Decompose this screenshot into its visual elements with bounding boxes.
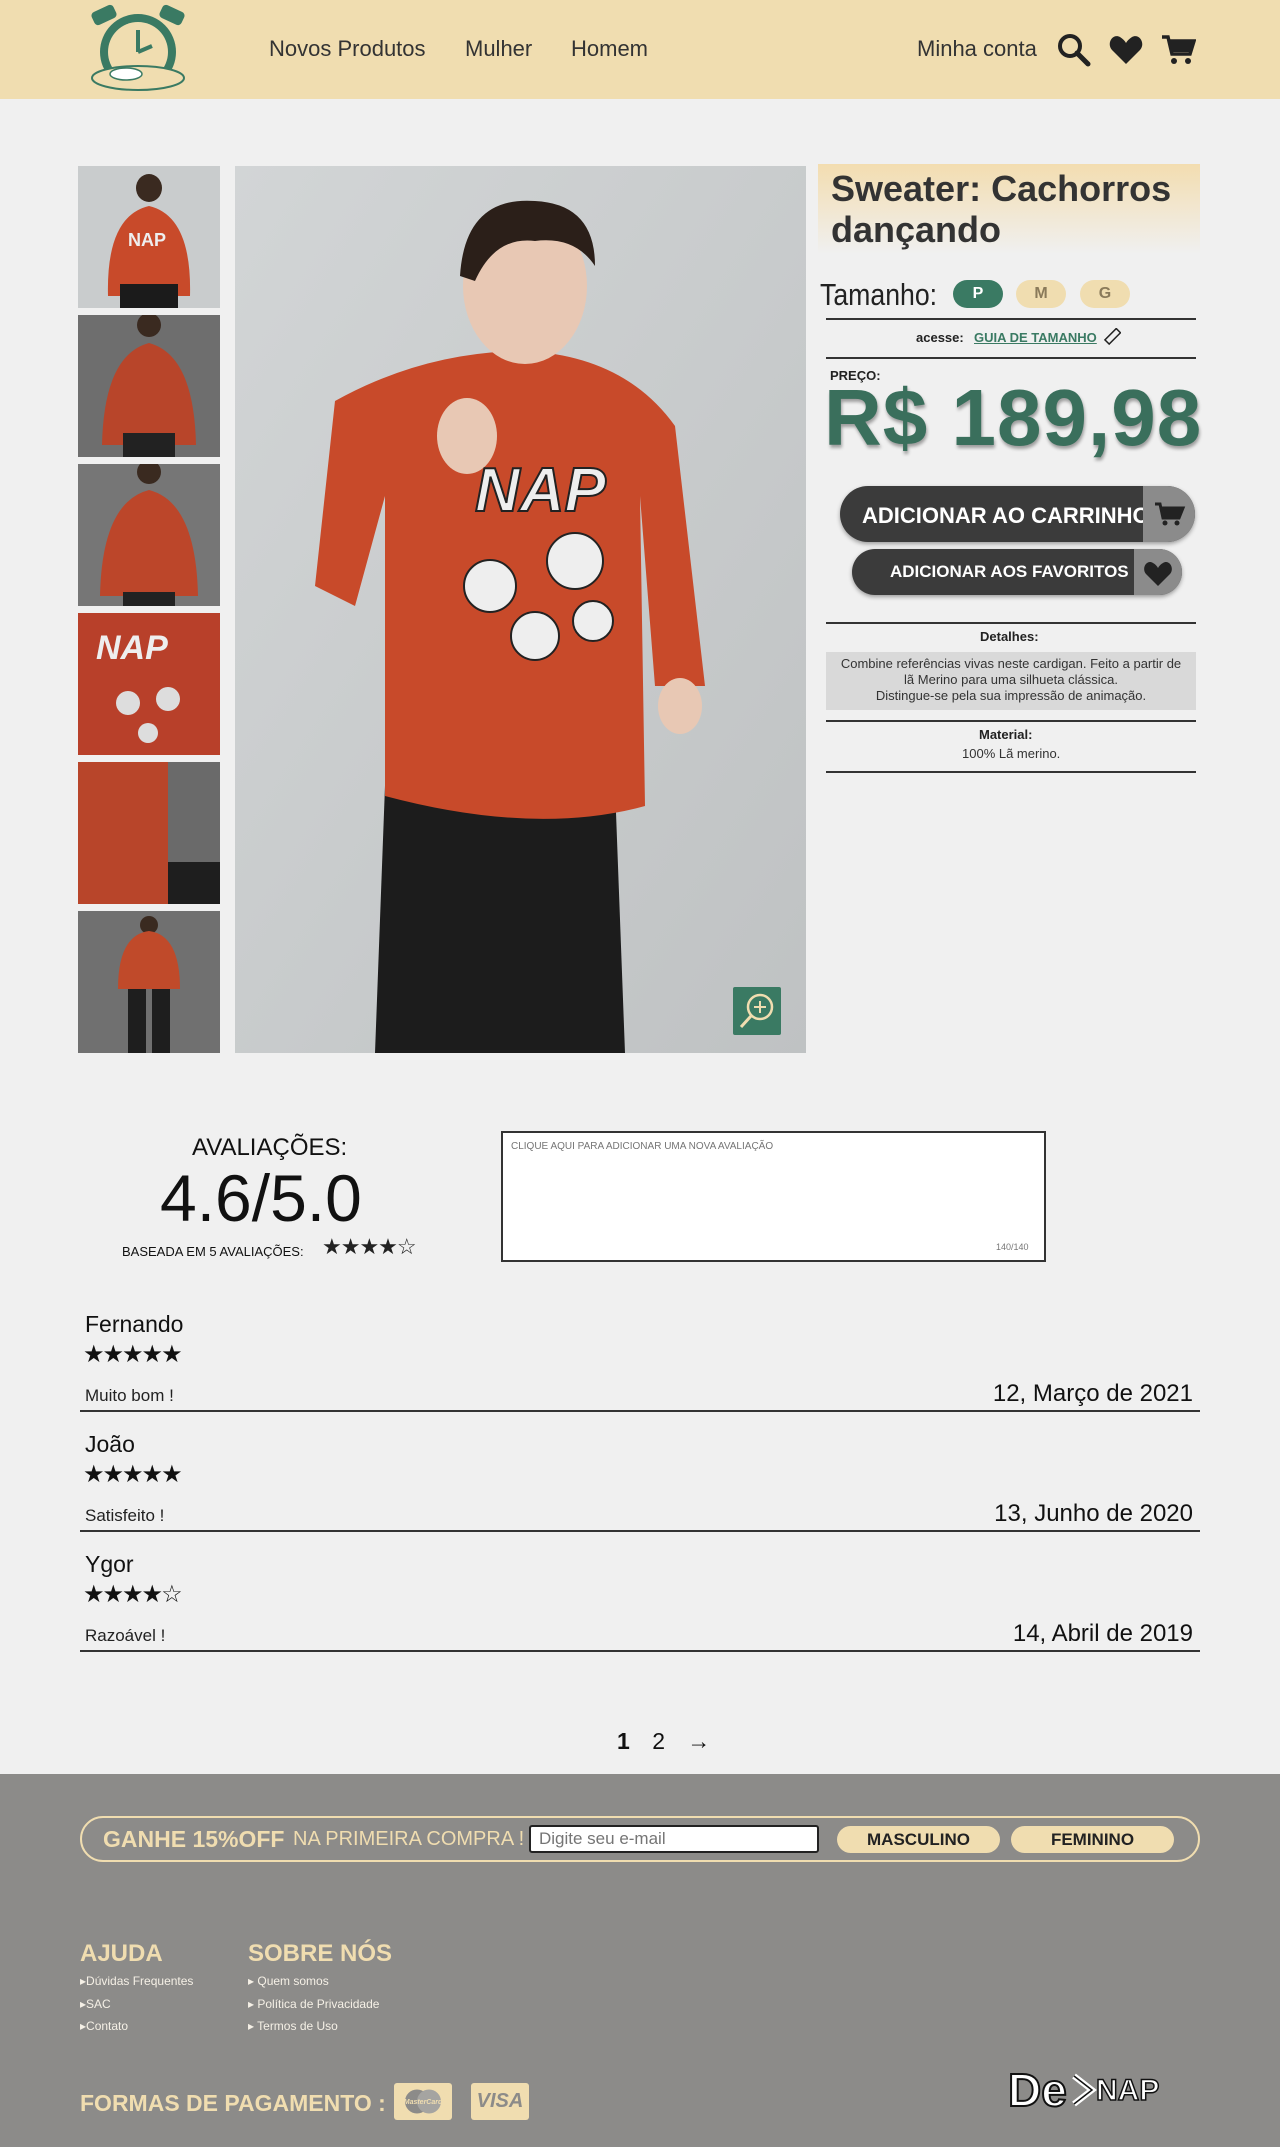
details-line: Distingue-se pela sua impressão de anima…: [875, 688, 1147, 703]
review-date: 14, Abril de 2019: [1012, 1620, 1193, 1647]
add-to-cart-button[interactable]: ADICIONAR AO CARRINHO: [840, 486, 1195, 542]
review-text: Muito bom !: [85, 1386, 174, 1405]
denap-logo[interactable]: De NAP: [1008, 2062, 1198, 2118]
reviews-based-on: BASEADA EM 5 AVALIAÇÕES:: [122, 1244, 304, 1259]
page-1-link[interactable]: 1: [617, 1728, 630, 1754]
divider: [80, 1650, 1200, 1652]
about-heading: SOBRE NÓS: [248, 1940, 393, 1967]
zoom-button[interactable]: [733, 987, 781, 1035]
thumbnail-1[interactable]: NAP: [78, 166, 220, 308]
thumbnail-4[interactable]: NAP: [78, 613, 220, 755]
svg-text:NAP: NAP: [128, 230, 166, 250]
details-line: Combine referências vivas neste cardigan…: [840, 656, 1182, 671]
search-icon[interactable]: [1056, 32, 1092, 68]
material-label: Material:: [979, 727, 1033, 742]
cart-icon: [1143, 486, 1195, 542]
ruler-icon: [1103, 328, 1121, 346]
size-guide-link[interactable]: GUIA DE TAMANHO: [974, 330, 1097, 345]
nav-new-products[interactable]: Novos Produtos: [269, 36, 426, 62]
divider: [826, 771, 1196, 773]
details-line: lã Merino para uma silhueta clássica.: [904, 672, 1118, 687]
divider: [826, 357, 1196, 359]
cart-icon[interactable]: [1160, 32, 1196, 68]
terms-link[interactable]: ▸ Termos de Uso: [248, 2019, 338, 2033]
female-signup-button[interactable]: FEMININO: [1011, 1826, 1174, 1853]
size-g-button[interactable]: G: [1080, 280, 1130, 308]
product-price: R$ 189,98: [824, 373, 1203, 462]
privacy-policy-link[interactable]: ▸ Política de Privacidade: [248, 1997, 379, 2011]
sac-link[interactable]: ▸SAC: [80, 1997, 111, 2011]
contact-link[interactable]: ▸Contato: [80, 2019, 128, 2033]
next-page-arrow-icon[interactable]: →: [687, 1728, 710, 1754]
reviewer-name: João: [85, 1431, 135, 1457]
details-text: Combine referências vivas neste cardigan…: [826, 652, 1196, 710]
reviewer-name: Ygor: [85, 1551, 134, 1577]
divider: [80, 1410, 1200, 1412]
size-guide-prefix: acesse:: [916, 330, 964, 345]
review-date: 12, Março de 2021: [992, 1380, 1193, 1407]
male-signup-button[interactable]: MASCULINO: [837, 1826, 1000, 1853]
thumbnail-6[interactable]: [78, 911, 220, 1053]
review-date: 13, Junho de 2020: [994, 1500, 1193, 1527]
svg-text:MasterCard: MasterCard: [404, 2099, 443, 2106]
add-to-favorites-button[interactable]: ADICIONAR AOS FAVORITOS: [852, 549, 1182, 595]
divider: [826, 318, 1196, 320]
nav-men[interactable]: Homem: [571, 36, 648, 62]
new-review-input[interactable]: [501, 1131, 1046, 1262]
char-counter: 140/140: [996, 1242, 1029, 1252]
pagination: 1 2 →: [617, 1728, 726, 1755]
add-to-cart-label: ADICIONAR AO CARRINHO: [862, 503, 1150, 528]
thumbnail-3[interactable]: [78, 464, 220, 606]
promo-discount: GANHE 15%OFF: [103, 1826, 285, 1852]
payment-methods-label: FORMAS DE PAGAMENTO :: [80, 2090, 386, 2116]
page-2-link[interactable]: 2: [652, 1728, 665, 1754]
product-main-image[interactable]: NAP: [235, 166, 806, 1053]
my-account-link[interactable]: Minha conta: [917, 36, 1037, 62]
review-stars: ★★★★★: [83, 1461, 183, 1488]
help-heading: AJUDA: [80, 1940, 163, 1967]
alarm-clock-logo[interactable]: [78, 4, 198, 96]
mastercard-icon: MasterCard: [394, 2083, 452, 2120]
svg-text:NAP: NAP: [475, 456, 607, 525]
divider: [80, 1530, 1200, 1532]
svg-text:NAP: NAP: [1096, 2074, 1159, 2107]
nav-women[interactable]: Mulher: [465, 36, 532, 62]
heart-icon: [1134, 549, 1182, 595]
size-m-button[interactable]: M: [1016, 280, 1066, 308]
size-p-button[interactable]: P: [953, 280, 1003, 308]
svg-text:De: De: [1008, 2064, 1067, 2116]
average-rating-stars: ★★★★☆: [322, 1234, 417, 1259]
product-title: Sweater: Cachorros dançando: [831, 168, 1172, 250]
zoom-icon: [739, 993, 774, 1029]
heart-icon[interactable]: [1108, 32, 1144, 68]
visa-icon: VISA: [471, 2083, 529, 2120]
review-stars: ★★★★★: [83, 1341, 183, 1368]
faq-link[interactable]: ▸Dúvidas Frequentes: [80, 1974, 193, 1988]
reviews-score: 4.6/5.0: [160, 1161, 362, 1235]
review-text: Razoável !: [85, 1626, 166, 1645]
details-label: Detalhes:: [980, 629, 1039, 644]
reviewer-name: Fernando: [85, 1311, 184, 1337]
about-us-link[interactable]: ▸ Quem somos: [248, 1974, 329, 1988]
thumbnail-2[interactable]: [78, 315, 220, 457]
svg-text:NAP: NAP: [96, 629, 168, 667]
review-stars: ★★★★☆: [83, 1581, 183, 1608]
promo-text: NA PRIMEIRA COMPRA !: [293, 1828, 525, 1850]
email-input[interactable]: [529, 1825, 819, 1853]
reviews-title: AVALIAÇÕES:: [192, 1134, 348, 1161]
site-header: Novos Produtos Mulher Homem Minha conta: [0, 0, 1280, 99]
size-label: Tamanho:: [820, 277, 938, 312]
divider: [826, 720, 1196, 722]
material-value: 100% Lã merino.: [962, 746, 1061, 761]
review-text: Satisfeito !: [85, 1506, 165, 1525]
divider: [826, 622, 1196, 624]
add-to-favorites-label: ADICIONAR AOS FAVORITOS: [890, 562, 1129, 581]
thumbnail-5[interactable]: [78, 762, 220, 904]
